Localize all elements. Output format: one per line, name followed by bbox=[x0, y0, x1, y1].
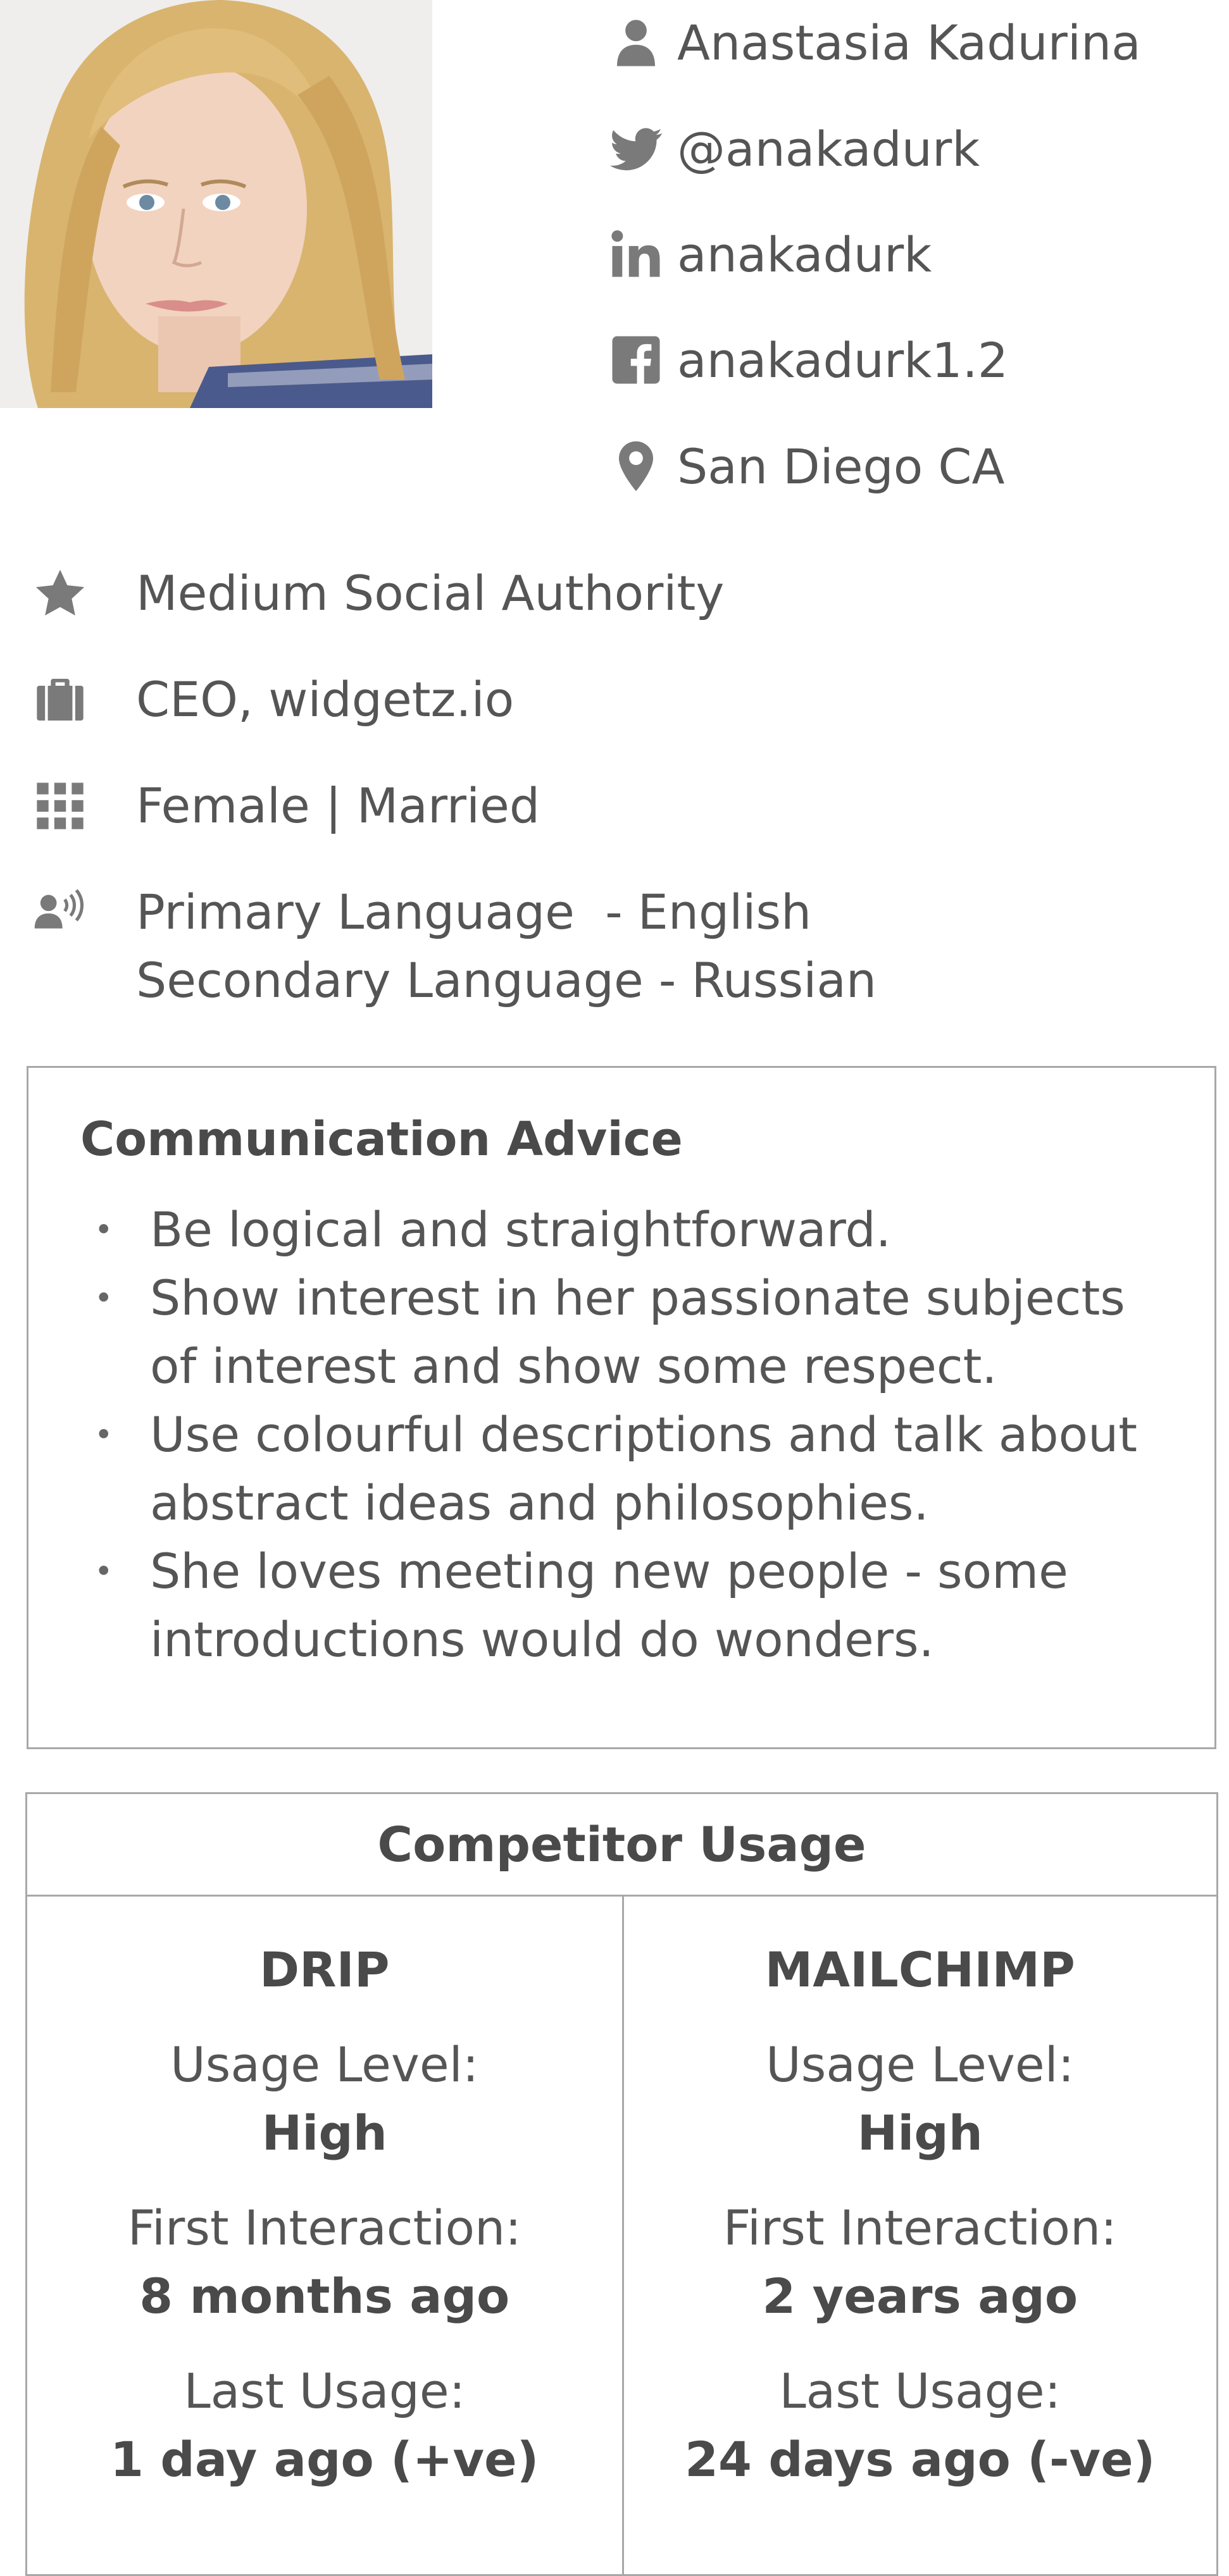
competitor-name: DRIP bbox=[259, 1941, 390, 1998]
last-usage-value: 24 days ago (-ve) bbox=[685, 2431, 1156, 2487]
demographics-text: Female | Married bbox=[136, 777, 540, 834]
usage-level-value: High bbox=[857, 2105, 983, 2161]
advice-item: Use colourful descriptions and talk abou… bbox=[80, 1401, 1164, 1537]
competitor-column-drip: DRIP Usage Level: High First Interaction… bbox=[27, 1897, 622, 2574]
last-usage-value: 1 day ago (+ve) bbox=[110, 2431, 539, 2487]
speaking-person-icon bbox=[25, 878, 95, 946]
name-text: Anastasia Kadurina bbox=[677, 14, 1141, 71]
star-icon bbox=[25, 559, 95, 628]
contact-name: Anastasia Kadurina bbox=[601, 8, 1141, 77]
grid-icon bbox=[25, 772, 95, 840]
job-text: CEO, widgetz.io bbox=[136, 671, 515, 728]
authority-text: Medium Social Authority bbox=[136, 565, 725, 621]
location-pin-icon bbox=[601, 431, 671, 501]
usage-level-label: Usage Level: bbox=[766, 2036, 1075, 2093]
twitter-icon bbox=[601, 114, 671, 183]
secondary-language-text: Secondary Language - Russian bbox=[136, 952, 877, 1008]
competitor-usage-panel: Competitor Usage DRIP Usage Level: High … bbox=[25, 1792, 1218, 2576]
advice-item: Be logical and straightforward. bbox=[80, 1196, 1164, 1264]
profile-photo bbox=[0, 0, 432, 408]
authority-row: Medium Social Authority bbox=[25, 559, 724, 628]
first-interaction-value: 8 months ago bbox=[139, 2268, 510, 2324]
contact-linkedin[interactable]: anakadurk bbox=[601, 220, 932, 289]
briefcase-icon bbox=[25, 666, 95, 734]
competitor-column-mailchimp: MAILCHIMP Usage Level: High First Intera… bbox=[621, 1897, 1217, 2574]
last-usage-label: Last Usage: bbox=[779, 2363, 1061, 2419]
facebook-icon bbox=[601, 325, 671, 395]
primary-language-text: Primary Language - English bbox=[136, 884, 812, 940]
twitter-handle[interactable]: @anakadurk bbox=[677, 121, 980, 177]
usage-level-value: High bbox=[261, 2105, 387, 2161]
advice-item: She loves meeting new people - some intr… bbox=[80, 1537, 1164, 1674]
first-interaction-value: 2 years ago bbox=[762, 2268, 1078, 2324]
communication-advice-panel: Communication Advice Be logical and stra… bbox=[27, 1066, 1216, 1749]
job-row: CEO, widgetz.io bbox=[25, 666, 514, 734]
linkedin-handle[interactable]: anakadurk bbox=[677, 226, 932, 283]
first-interaction-label: First Interaction: bbox=[723, 2200, 1117, 2256]
language-row: Primary Language - English Secondary Lan… bbox=[25, 878, 877, 1015]
person-icon bbox=[601, 8, 671, 77]
competitor-usage-title: Competitor Usage bbox=[27, 1794, 1216, 1897]
usage-level-label: Usage Level: bbox=[170, 2036, 479, 2093]
last-usage-label: Last Usage: bbox=[184, 2363, 466, 2419]
advice-item: Show interest in her passionate subjects… bbox=[80, 1264, 1164, 1401]
contact-location: San Diego CA bbox=[601, 431, 1005, 501]
demographics-row: Female | Married bbox=[25, 772, 540, 840]
competitor-name: MAILCHIMP bbox=[764, 1941, 1075, 1998]
linkedin-icon bbox=[601, 220, 671, 289]
location-text: San Diego CA bbox=[677, 438, 1005, 495]
contact-twitter[interactable]: @anakadurk bbox=[601, 114, 980, 183]
advice-title: Communication Advice bbox=[80, 1112, 683, 1167]
contact-facebook[interactable]: anakadurk1.2 bbox=[601, 325, 1008, 395]
first-interaction-label: First Interaction: bbox=[127, 2200, 521, 2256]
facebook-handle[interactable]: anakadurk1.2 bbox=[677, 332, 1008, 388]
advice-list: Be logical and straightforward. Show int… bbox=[80, 1196, 1164, 1674]
